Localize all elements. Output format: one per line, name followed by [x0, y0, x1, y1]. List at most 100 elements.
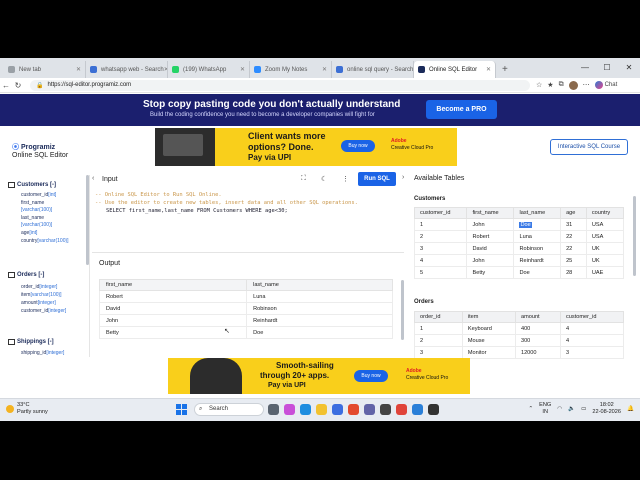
profile-avatar[interactable]	[568, 80, 578, 90]
dark-mode-icon[interactable]: ☾	[321, 175, 327, 183]
ad-brand-2: Creative Cloud Pro	[391, 145, 434, 151]
close-tab-icon[interactable]: ✕	[486, 66, 491, 73]
edge-icon[interactable]	[300, 404, 311, 415]
ad-brand-1: Adobe	[406, 368, 422, 374]
schema-group-customers[interactable]: Customers [-]	[8, 182, 56, 188]
browser-tab-2[interactable]: (199) WhatsApp ✕	[168, 61, 250, 78]
tab-label: Zoom My Notes	[265, 66, 308, 73]
table-cell: Robinson	[513, 242, 562, 255]
output-scrollbar[interactable]	[401, 280, 404, 340]
run-sql-button[interactable]: Run SQL	[358, 172, 396, 186]
teams-icon[interactable]	[364, 404, 375, 415]
promo-banner: Stop copy pasting code you don't actuall…	[0, 94, 640, 126]
table-cell: Mouse	[461, 334, 516, 347]
tab-label: online sql query - Search	[347, 66, 414, 73]
table-cell: USA	[585, 218, 625, 231]
task-view-icon[interactable]	[268, 404, 279, 415]
clock[interactable]: 18:02 22-08-2026	[592, 402, 621, 416]
file-explorer-icon[interactable]	[316, 404, 327, 415]
weather-desc: Partly sunny	[17, 409, 48, 415]
notification-icon[interactable]: 🔔	[627, 406, 634, 412]
ad-line-2: through 20+ apps.	[260, 371, 330, 380]
schema-col: last_name	[21, 215, 45, 221]
table-cell: Robinson	[246, 302, 393, 315]
browser-tab-0[interactable]: New tab ✕	[4, 61, 86, 78]
volume-icon[interactable]: 🔈	[568, 406, 575, 412]
browser-tab-4[interactable]: online sql query - Search✕	[332, 61, 414, 78]
app-icon[interactable]	[380, 404, 391, 415]
wifi-icon[interactable]: ◠	[557, 406, 562, 412]
close-tab-icon[interactable]: ✕	[322, 66, 327, 73]
chrome-icon[interactable]	[396, 404, 407, 415]
ad-buy-button[interactable]: Buy now	[341, 140, 375, 152]
schema-group-orders[interactable]: Orders [-]	[8, 272, 44, 278]
refresh-icon[interactable]: ↻	[12, 81, 24, 90]
maximize-icon[interactable]: ☐	[596, 58, 618, 78]
minimize-icon[interactable]: —	[574, 58, 596, 78]
table-cell: Doe	[513, 218, 562, 231]
available-tables-title: Available Tables	[414, 175, 465, 182]
tables-scrollbar[interactable]	[633, 196, 636, 276]
input-label: Input	[102, 176, 118, 183]
schema-group-shippings[interactable]: Shippings [-]	[8, 339, 54, 345]
editor-divider[interactable]	[92, 252, 404, 253]
selected-text[interactable]: Doe	[519, 221, 532, 228]
tab-label: New tab	[19, 66, 42, 73]
table-cell: 400	[514, 322, 562, 335]
tab-label: Online SQL Editor	[429, 66, 478, 73]
collapse-schema-icon[interactable]: ‹	[92, 175, 94, 182]
favorites-icon[interactable]: ★	[547, 81, 553, 89]
top-advertisement[interactable]: Client wants more options? Done. Pay via…	[155, 128, 457, 166]
language-indicator[interactable]: ENG IN	[539, 402, 551, 416]
bottom-advertisement[interactable]: Smooth-sailing through 20+ apps. Pay via…	[168, 358, 470, 394]
table-cell: Robert	[466, 230, 515, 243]
table-row: 2 Robert Luna 22 USA	[413, 230, 625, 243]
schema-scrollbar[interactable]	[86, 175, 89, 265]
table-cell: 22	[560, 242, 587, 255]
more-options-icon[interactable]: ⋮	[342, 175, 349, 183]
collections-icon[interactable]: ⧉	[559, 81, 564, 89]
close-tab-icon[interactable]: ✕	[76, 66, 81, 73]
battery-icon[interactable]: ▭	[581, 406, 586, 412]
collapse-tables-icon[interactable]: ›	[402, 174, 404, 181]
store-icon[interactable]	[332, 404, 343, 415]
browser-tab-5[interactable]: Online SQL Editor ✕	[414, 61, 496, 78]
table-row: 5 Betty Doe 28 UAE	[413, 266, 625, 279]
schema-col: country[varchar(100)]	[21, 238, 69, 244]
app-icon[interactable]	[412, 404, 423, 415]
favicon-icon	[336, 66, 343, 73]
weather-widget[interactable]: 33°C Partly sunny	[6, 402, 48, 416]
interactive-sql-course-button[interactable]: Interactive SQL Course	[550, 139, 628, 155]
sql-editor[interactable]: -- Online SQL Editor to Run SQL Online. …	[95, 191, 401, 246]
table-header: last_name	[246, 279, 393, 291]
table-icon	[8, 182, 15, 188]
office-icon[interactable]	[348, 404, 359, 415]
address-bar[interactable]: 🔒 https://sql-editor.programiz.com	[30, 79, 530, 91]
table-header: amount	[514, 311, 562, 323]
fullscreen-icon[interactable]: ⛶	[301, 175, 306, 183]
table-cell: David	[98, 302, 248, 315]
back-icon[interactable]: ←	[0, 81, 12, 90]
new-tab-button[interactable]: +	[496, 61, 514, 78]
ad-line-3: Pay via UPI	[268, 382, 306, 389]
taskbar-search[interactable]: ⌕ Search	[194, 403, 264, 416]
browser-tab-3[interactable]: Zoom My Notes ✕	[250, 61, 332, 78]
copilot-chat-button[interactable]: Chat	[594, 81, 617, 89]
close-window-icon[interactable]: ✕	[618, 58, 640, 78]
screen: New tab ✕ whatsapp web - Search✕ (199) Wh…	[0, 58, 640, 421]
table-cell: 2	[414, 334, 463, 347]
table-cell: 3	[414, 346, 463, 359]
become-pro-button[interactable]: Become a PRO	[426, 100, 497, 119]
browser-tab-1[interactable]: whatsapp web - Search✕	[86, 61, 168, 78]
favorite-star-icon[interactable]: ☆	[536, 81, 542, 89]
more-menu-icon[interactable]: ⋯	[583, 81, 590, 89]
copilot-app-icon[interactable]	[284, 404, 295, 415]
app-icon[interactable]	[428, 404, 439, 415]
table-header-row: first_name last_name	[98, 279, 393, 291]
table-cell: 4	[560, 334, 624, 347]
programiz-logo[interactable]: ⦿ Programiz	[12, 142, 55, 152]
close-tab-icon[interactable]: ✕	[240, 66, 245, 73]
show-hidden-icon[interactable]: ⌃	[528, 406, 533, 412]
ad-buy-button[interactable]: Buy now	[354, 370, 388, 382]
windows-start-icon[interactable]	[176, 404, 187, 415]
